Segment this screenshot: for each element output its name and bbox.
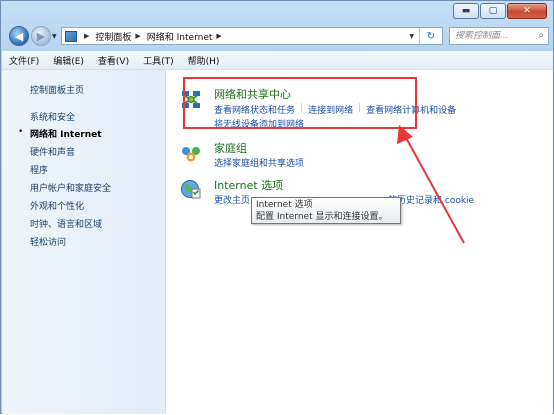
tooltip-title: Internet 选项 xyxy=(256,200,313,210)
sidebar-item-home[interactable]: 控制面板主页 xyxy=(30,83,84,96)
sidebar-item-user-accounts[interactable]: 用户帐户和家庭安全 xyxy=(30,181,111,194)
title-bar: ▬ ▢ ✕ xyxy=(1,1,553,23)
maximize-button[interactable]: ▢ xyxy=(480,3,506,19)
address-row: ◀ ▶ ▼ ▶ 控制面板 ▶ 网络和 Internet ▶ ▼ ↻ ⌕ xyxy=(1,23,553,49)
breadcrumb-control-panel[interactable]: 控制面板 xyxy=(95,30,131,43)
network-center-icon[interactable] xyxy=(180,89,202,111)
forward-button[interactable]: ▶ xyxy=(31,26,51,46)
category-title-network-sharing[interactable]: 网络和共享中心 xyxy=(214,86,291,102)
menu-help[interactable]: 帮助(H) xyxy=(181,54,227,67)
link-separator: | xyxy=(300,103,304,113)
chevron-right-icon[interactable]: ▶ xyxy=(216,32,221,40)
sidebar-item-appearance[interactable]: 外观和个性化 xyxy=(30,199,84,212)
internet-options-icon[interactable] xyxy=(180,178,202,200)
sidebar: 控制面板主页 系统和安全 • 网络和 Internet 硬件和声音 程序 用户帐… xyxy=(2,70,166,414)
breadcrumb-network-internet[interactable]: 网络和 Internet xyxy=(147,30,213,43)
sidebar-item-system-security[interactable]: 系统和安全 xyxy=(30,110,75,123)
recent-pages-chevron-icon[interactable]: ▼ xyxy=(52,33,57,40)
link-separator: | xyxy=(358,103,362,113)
category-links-network-sharing: 查看网络状态和任务 | 连接到网络 | 查看网络计算机和设备 xyxy=(214,103,456,116)
category-title-homegroup[interactable]: 家庭组 xyxy=(214,140,247,156)
chevron-right-icon[interactable]: ▶ xyxy=(84,32,89,40)
category-title-internet-options[interactable]: Internet 选项 xyxy=(214,177,283,193)
tooltip: Internet 选项 配置 Internet 显示和连接设置。 xyxy=(251,197,401,224)
control-panel-icon xyxy=(65,30,77,42)
chevron-right-icon[interactable]: ▶ xyxy=(135,32,140,40)
category-links-network-sharing-2: 将无线设备添加到网络 xyxy=(214,117,304,130)
refresh-icon[interactable]: ↻ xyxy=(419,28,442,44)
close-button[interactable]: ✕ xyxy=(507,3,547,19)
back-button[interactable]: ◀ xyxy=(9,26,29,46)
address-dropdown-icon[interactable]: ▼ xyxy=(409,33,414,40)
control-panel-window: ▬ ▢ ✕ ◀ ▶ ▼ ▶ 控制面板 ▶ 网络和 Internet ▶ ▼ ↻ … xyxy=(0,0,554,414)
menu-view[interactable]: 查看(V) xyxy=(91,54,136,67)
link-change-homepage[interactable]: 更改主页 xyxy=(214,193,250,206)
search-icon[interactable]: ⌕ xyxy=(538,30,544,41)
address-bar[interactable]: ▶ 控制面板 ▶ 网络和 Internet ▶ ▼ ↻ xyxy=(61,27,443,45)
menu-bar: 文件(F) 编辑(E) 查看(V) 工具(T) 帮助(H) xyxy=(2,51,553,70)
link-view-network-computers[interactable]: 查看网络计算机和设备 xyxy=(366,103,456,116)
search-input[interactable] xyxy=(455,31,527,41)
content-area: 控制面板主页 系统和安全 • 网络和 Internet 硬件和声音 程序 用户帐… xyxy=(2,70,553,414)
link-homegroup-options[interactable]: 选择家庭组和共享选项 xyxy=(214,156,304,169)
menu-file[interactable]: 文件(F) xyxy=(2,54,46,67)
sidebar-item-programs[interactable]: 程序 xyxy=(30,163,48,176)
link-connect-network[interactable]: 连接到网络 xyxy=(308,103,353,116)
link-add-wireless-device[interactable]: 将无线设备添加到网络 xyxy=(214,117,304,130)
category-links-homegroup: 选择家庭组和共享选项 xyxy=(214,156,304,169)
search-box[interactable]: ⌕ xyxy=(449,27,549,45)
tooltip-description: 配置 Internet 显示和连接设置。 xyxy=(256,212,388,222)
minimize-button[interactable]: ▬ xyxy=(453,3,479,19)
sidebar-item-clock-language[interactable]: 时钟、语言和区域 xyxy=(30,217,102,230)
active-bullet-icon: • xyxy=(18,127,24,137)
main-panel: 网络和共享中心 查看网络状态和任务 | 连接到网络 | 查看网络计算机和设备 将… xyxy=(166,70,553,414)
menu-edit[interactable]: 编辑(E) xyxy=(46,54,91,67)
sidebar-item-ease-of-access[interactable]: 轻松访问 xyxy=(30,235,66,248)
menu-tools[interactable]: 工具(T) xyxy=(136,54,181,67)
sidebar-item-network-internet[interactable]: 网络和 Internet xyxy=(30,127,102,140)
homegroup-icon[interactable] xyxy=(180,142,202,164)
sidebar-item-hardware-sound[interactable]: 硬件和声音 xyxy=(30,145,75,158)
link-view-network-status[interactable]: 查看网络状态和任务 xyxy=(214,103,295,116)
